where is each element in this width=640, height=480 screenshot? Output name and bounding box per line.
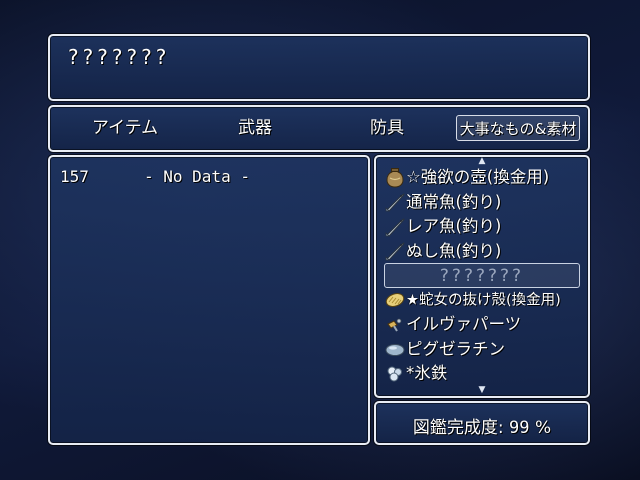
- list-item[interactable]: イルヴァパーツ: [384, 312, 580, 337]
- completion-value: 99: [509, 418, 530, 438]
- list-item-label: ???????: [439, 266, 525, 286]
- category-window: アイテム 武器 防具 大事なもの&素材: [48, 105, 590, 152]
- completion-window: 図鑑完成度: 99 %: [374, 401, 590, 445]
- list-item-label: *氷鉄: [406, 363, 448, 383]
- help-window: ???????: [48, 34, 590, 101]
- item-detail-window: 157 - No Data -: [48, 155, 370, 445]
- scroll-down-arrow-icon[interactable]: ▼: [479, 386, 486, 395]
- jar-icon: [384, 165, 406, 190]
- tab-weapons[interactable]: 武器: [200, 115, 310, 141]
- list-item[interactable]: *氷鉄: [384, 361, 580, 386]
- tab-key-items-materials[interactable]: 大事なもの&素材: [456, 115, 580, 141]
- list-item-label: イルヴァパーツ: [406, 314, 522, 334]
- list-item-label: ★蛇女の抜け殻(換金用): [406, 291, 561, 308]
- list-item[interactable]: ★蛇女の抜け殻(換金用): [384, 288, 580, 313]
- tab-items[interactable]: アイテム: [70, 115, 180, 141]
- list-item[interactable]: ぬし魚(釣り): [384, 239, 580, 264]
- category-tabs: アイテム 武器 防具 大事なもの&素材: [50, 107, 588, 150]
- list-item-label: ピグゼラチン: [406, 338, 505, 358]
- fish-icon: [384, 190, 406, 215]
- snake-skin-icon: [384, 288, 406, 313]
- help-text: ???????: [68, 45, 171, 69]
- list-item-label: レア魚(釣り): [406, 216, 502, 236]
- list-item[interactable]: レア魚(釣り): [384, 214, 580, 239]
- game-screen: ??????? アイテム 武器 防具 大事なもの&素材 157 - No Data…: [0, 0, 640, 480]
- list-item-label: ぬし魚(釣り): [406, 240, 502, 260]
- tab-armor[interactable]: 防具: [332, 115, 442, 141]
- fish-icon: [384, 214, 406, 239]
- completion-label: 図鑑完成度:: [412, 418, 504, 438]
- ice-crystal-icon: [384, 361, 406, 386]
- selected-list-item[interactable]: ???????: [384, 263, 580, 288]
- completion-unit: %: [534, 418, 552, 438]
- item-detail-line: 157 - No Data -: [60, 167, 250, 186]
- item-number: 157: [60, 167, 89, 186]
- list-item[interactable]: ☆強欲の壺(換金用): [384, 165, 580, 190]
- item-list: ☆強欲の壺(換金用) 通常魚(釣り) レア魚(釣り) ぬし魚(釣り) ?????…: [384, 165, 580, 386]
- list-item-label: ☆強欲の壺(換金用): [406, 167, 550, 187]
- gelatin-icon: [384, 337, 406, 362]
- fish-icon: [384, 239, 406, 264]
- item-list-window: ▲ ☆強欲の壺(換金用) 通常魚(釣り) レア魚(釣り) ぬし魚(釣り) ???…: [374, 155, 590, 398]
- completion-rate: 図鑑完成度: 99 %: [376, 413, 588, 438]
- part-icon: [384, 312, 406, 337]
- item-detail-text: - No Data -: [144, 167, 250, 186]
- list-item-label: 通常魚(釣り): [406, 191, 502, 211]
- list-item[interactable]: 通常魚(釣り): [384, 190, 580, 215]
- list-item[interactable]: ピグゼラチン: [384, 337, 580, 362]
